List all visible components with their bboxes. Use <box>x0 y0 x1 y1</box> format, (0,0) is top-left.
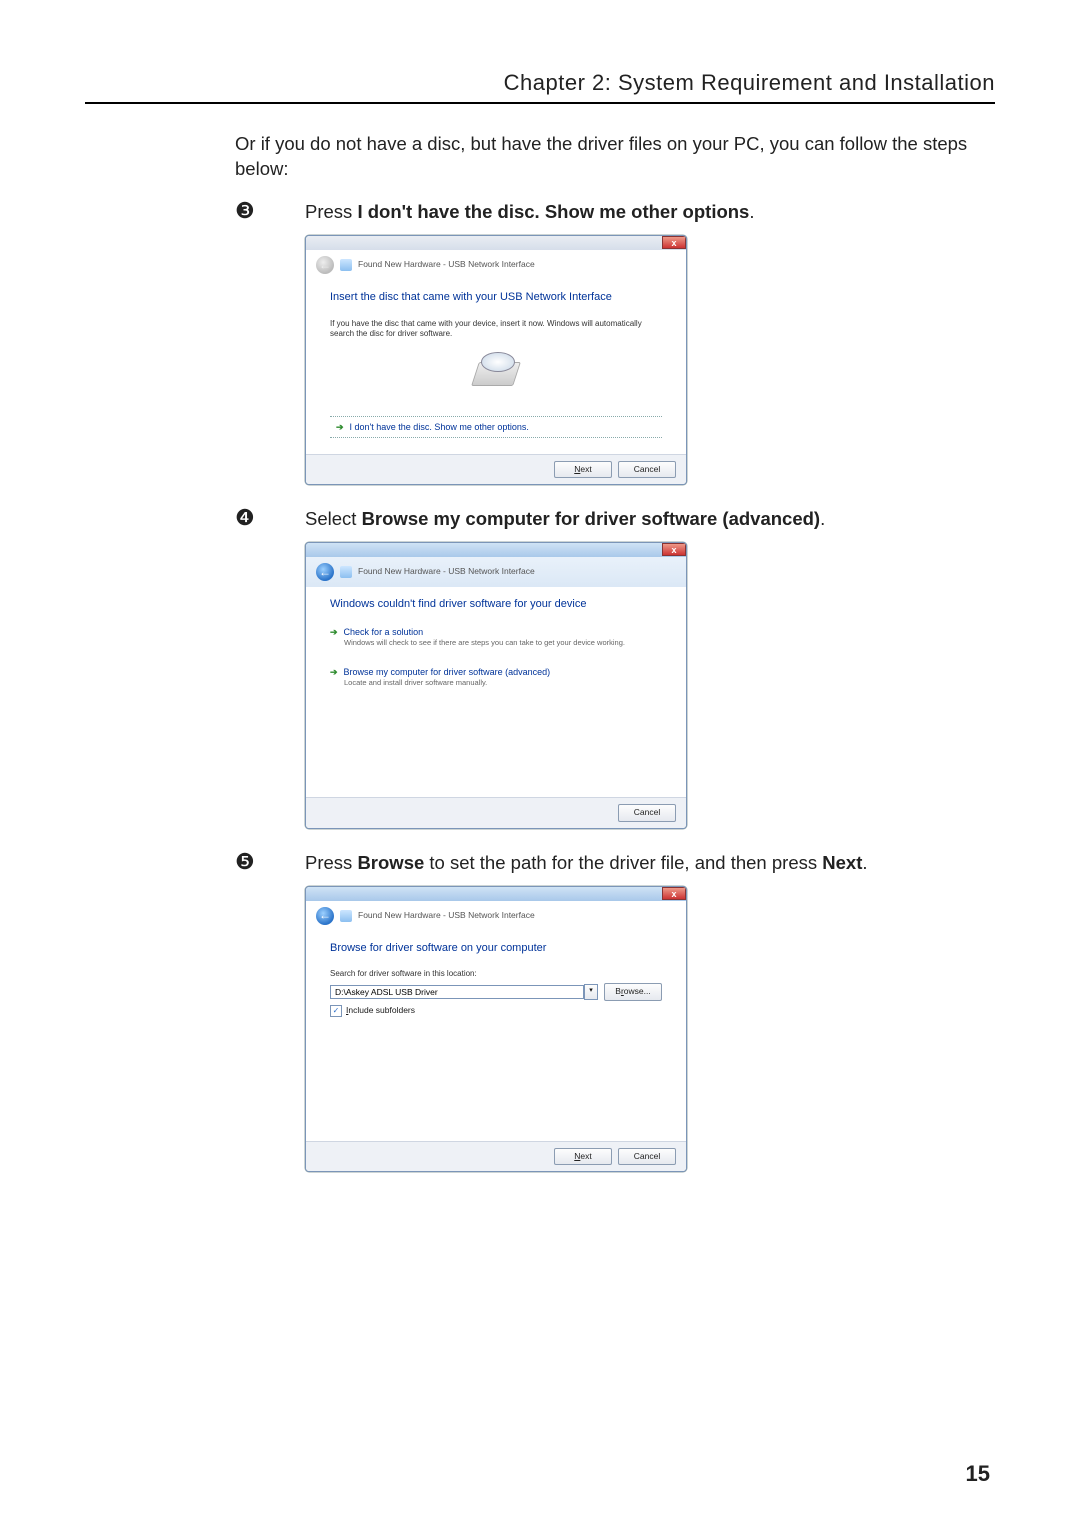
checkbox-label: Include subfolders <box>346 1005 415 1016</box>
other-options-link[interactable]: ➔ I don't have the disc. Show me other o… <box>330 416 662 438</box>
option-desc: Windows will check to see if there are s… <box>344 638 662 648</box>
arrow-icon: ➔ <box>330 626 338 638</box>
dialog-heading: Windows couldn't find driver software fo… <box>330 597 662 612</box>
disc-drive-icon <box>473 352 519 386</box>
screenshot-window-3: x ← Found New Hardware - USB Network Int… <box>305 886 687 1172</box>
dialog-footer: Next Cancel <box>306 1141 686 1171</box>
back-icon: ← <box>316 256 334 274</box>
option-title-text: Check for a solution <box>344 626 424 638</box>
step-text-3: Press I don't have the disc. Show me oth… <box>305 200 754 225</box>
path-input[interactable] <box>330 985 584 999</box>
option-browse-computer[interactable]: ➔ Browse my computer for driver software… <box>330 666 662 688</box>
step-bold2: Next <box>822 852 862 873</box>
option-title-text: Browse my computer for driver software (… <box>344 666 551 678</box>
checkbox-icon[interactable]: ✓ <box>330 1005 342 1017</box>
cancel-button[interactable]: Cancel <box>618 1148 676 1165</box>
crumb-text: Found New Hardware - USB Network Interfa… <box>358 566 535 577</box>
step-suffix: . <box>749 201 754 222</box>
breadcrumb: ← Found New Hardware - USB Network Inter… <box>306 901 686 931</box>
step-num-4: ❹ <box>235 507 305 532</box>
back-icon[interactable]: ← <box>316 563 334 581</box>
title-bar: x <box>306 543 686 557</box>
page-number: 15 <box>966 1461 990 1487</box>
intro-text: Or if you do not have a disc, but have t… <box>235 132 995 182</box>
browse-button[interactable]: Browse... <box>604 983 662 1000</box>
arrow-icon: ➔ <box>330 666 338 678</box>
step-4: ❹ Select Browse my computer for driver s… <box>235 507 995 532</box>
step-suffix: . <box>862 852 867 873</box>
link-text: I don't have the disc. Show me other opt… <box>350 421 529 433</box>
step-bold: Browse my computer for driver software (… <box>362 508 821 529</box>
cancel-button[interactable]: Cancel <box>618 804 676 821</box>
breadcrumb: ← Found New Hardware - USB Network Inter… <box>306 557 686 587</box>
step-prefix: Press <box>305 201 357 222</box>
step-mid: to set the path for the driver file, and… <box>424 852 822 873</box>
option-check-solution[interactable]: ➔ Check for a solution Windows will chec… <box>330 626 662 648</box>
back-icon[interactable]: ← <box>316 907 334 925</box>
field-label: Search for driver software in this locat… <box>330 969 662 980</box>
screenshot-window-2: x ← Found New Hardware - USB Network Int… <box>305 542 687 828</box>
crumb-text: Found New Hardware - USB Network Interfa… <box>358 259 535 270</box>
close-icon[interactable]: x <box>662 236 686 249</box>
step-text-4: Select Browse my computer for driver sof… <box>305 507 825 532</box>
chapter-header: Chapter 2: System Requirement and Instal… <box>85 70 995 104</box>
dialog-heading: Browse for driver software on your compu… <box>330 941 662 956</box>
close-icon[interactable]: x <box>662 887 686 900</box>
hardware-icon <box>340 566 352 578</box>
screenshot-window-1: x ← Found New Hardware - USB Network Int… <box>305 235 687 485</box>
step-suffix: . <box>820 508 825 529</box>
step-5: ❺ Press Browse to set the path for the d… <box>235 851 995 876</box>
include-subfolders-row[interactable]: ✓ Include subfolders <box>330 1005 662 1017</box>
step-bold1: Browse <box>357 852 424 873</box>
option-desc: Locate and install driver software manua… <box>344 678 662 688</box>
hardware-icon <box>340 259 352 271</box>
dialog-heading: Insert the disc that came with your USB … <box>330 290 662 305</box>
step-num-5: ❺ <box>235 851 305 876</box>
step-prefix: Select <box>305 508 362 529</box>
breadcrumb: ← Found New Hardware - USB Network Inter… <box>306 250 686 280</box>
crumb-text: Found New Hardware - USB Network Interfa… <box>358 910 535 921</box>
dropdown-icon[interactable]: ▾ <box>584 984 598 1000</box>
step-num-3: ❸ <box>235 200 305 225</box>
arrow-icon: ➔ <box>336 421 344 433</box>
next-button[interactable]: Next <box>554 461 612 478</box>
next-button[interactable]: Next <box>554 1148 612 1165</box>
dialog-subtext: If you have the disc that came with your… <box>330 319 662 340</box>
step-text-5: Press Browse to set the path for the dri… <box>305 851 868 876</box>
path-field-row: ▾ Browse... <box>330 983 662 1000</box>
title-bar: x <box>306 887 686 901</box>
step-prefix: Press <box>305 852 357 873</box>
title-bar: x <box>306 236 686 250</box>
step-3: ❸ Press I don't have the disc. Show me o… <box>235 200 995 225</box>
cancel-button[interactable]: Cancel <box>618 461 676 478</box>
btn-label: ext <box>580 464 591 474</box>
step-bold: I don't have the disc. Show me other opt… <box>357 201 749 222</box>
close-icon[interactable]: x <box>662 543 686 556</box>
dialog-footer: Cancel <box>306 797 686 827</box>
hardware-icon <box>340 910 352 922</box>
dialog-footer: Next Cancel <box>306 454 686 484</box>
